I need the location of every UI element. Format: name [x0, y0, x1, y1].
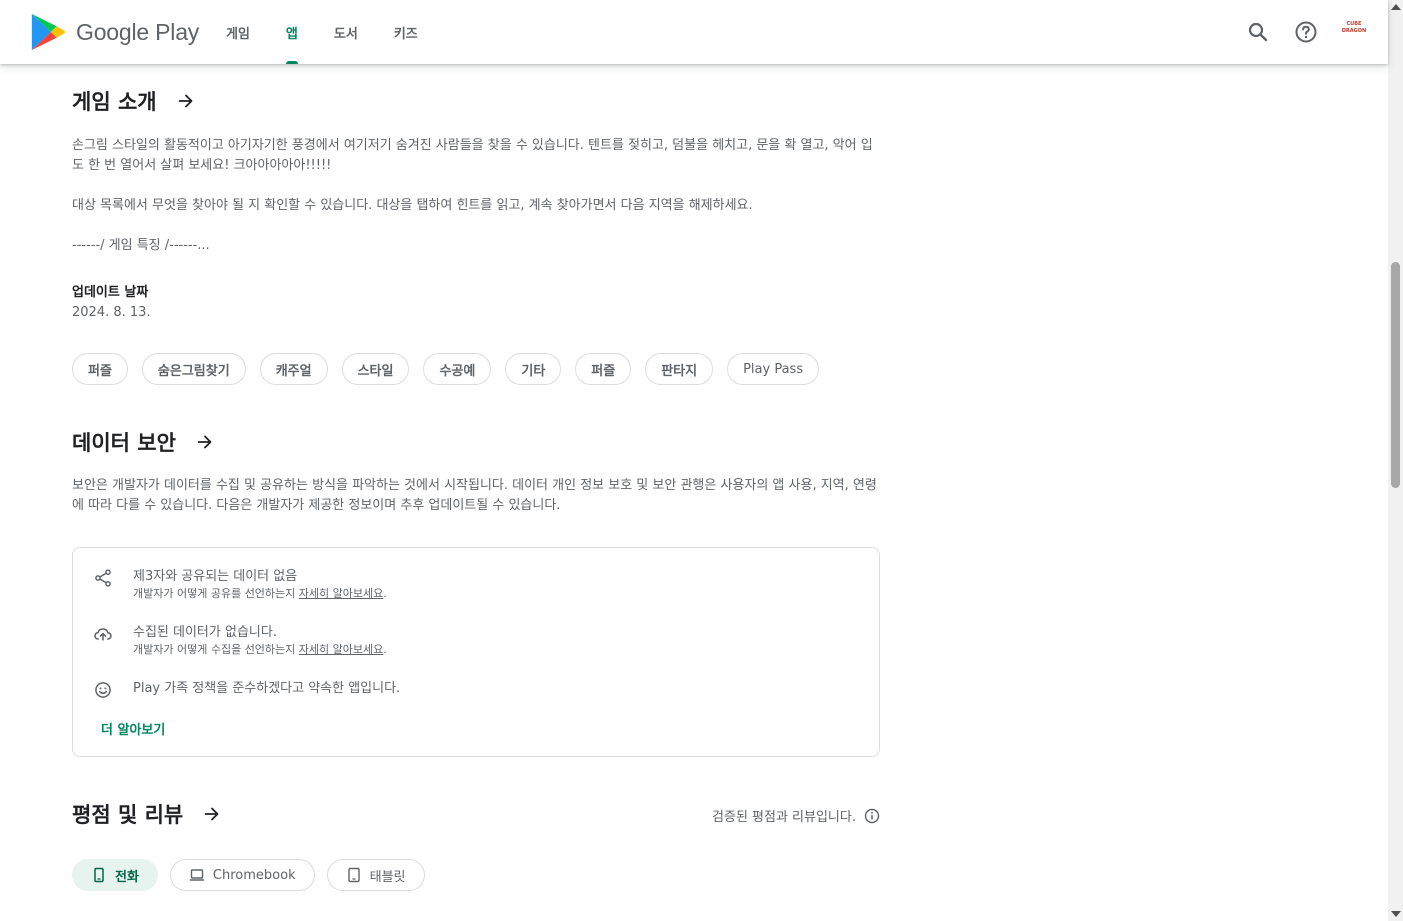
verified-reviews-text: 검증된 평점과 리뷰입니다. [712, 810, 856, 825]
search-icon[interactable] [1246, 20, 1270, 44]
data-safety-item: 제3자와 공유되는 데이터 없음 개발자가 어떻게 공유를 선언하는지 자세히 … [93, 568, 387, 601]
about-description: 손그림 스타일의 활동적이고 아기자기한 풍경에서 여기저기 숨겨진 사람들을 … [72, 136, 882, 276]
laptop-icon [189, 867, 205, 883]
data-safety-title: 데이터 보안 [72, 431, 176, 455]
learn-more-link[interactable]: 자세히 알아보세요 [299, 643, 383, 656]
verified-reviews-note: 검증된 평점과 리뷰입니다. [712, 806, 880, 825]
tag-chip[interactable]: 판타지 [645, 353, 714, 385]
data-safety-item-title: Play 가족 정책을 준수하겠다고 약속한 앱입니다. [133, 681, 401, 696]
avatar-text-line2: DRAGON [1341, 28, 1367, 34]
arrow-right-icon[interactable] [194, 431, 216, 453]
cloud-upload-icon [93, 624, 115, 646]
help-icon[interactable] [1294, 20, 1318, 44]
scroll-up-arrow-icon[interactable] [1391, 4, 1401, 10]
device-chip-tablet[interactable]: 태블릿 [326, 859, 425, 891]
updated-date: 2024. 8. 13. [72, 305, 151, 320]
about-paragraph: ------/ 게임 특징 /------... [72, 238, 210, 253]
nav-tab-apps[interactable]: 앱 [272, 0, 312, 64]
tag-chip[interactable]: 숨은그림찾기 [141, 353, 246, 385]
learn-more-link[interactable]: 자세히 알아보세요 [299, 587, 383, 600]
family-smile-icon [93, 680, 115, 702]
google-play-logo[interactable]: Google Play [30, 13, 199, 51]
device-chip-label: 전화 [115, 869, 139, 885]
tag-chip[interactable]: 기타 [505, 353, 562, 385]
ratings-title: 평점 및 리뷰 [72, 803, 184, 827]
nav-tab-kids[interactable]: 키즈 [380, 0, 432, 64]
tag-chip[interactable]: 퍼즐 [575, 353, 632, 385]
ratings-section-header[interactable]: 평점 및 리뷰 [72, 799, 223, 829]
category-tags: 퍼즐 숨은그림찾기 캐주얼 스타일 수공예 기타 퍼즐 판타지 Play Pas… [72, 353, 833, 385]
data-safety-item-sub: 개발자가 어떻게 공유를 선언하는지 자세히 알아보세요. [133, 587, 387, 600]
main-nav: 게임 앱 도서 키즈 [212, 0, 440, 64]
about-title: 게임 소개 [72, 90, 157, 114]
nav-tab-games[interactable]: 게임 [212, 0, 264, 64]
play-logo-icon [31, 13, 66, 51]
see-more-link[interactable]: 더 알아보기 [101, 719, 165, 738]
data-safety-description: 보안은 개발자가 데이터를 수집 및 공유하는 방식을 파악하는 것에서 시작됩… [72, 478, 877, 513]
about-section-header[interactable]: 게임 소개 [72, 86, 197, 116]
tag-chip[interactable]: 퍼즐 [72, 353, 128, 385]
data-safety-item: 수집된 데이터가 없습니다. 개발자가 어떻게 수집을 선언하는지 자세히 알아… [93, 624, 387, 657]
page-scrollbar[interactable] [1388, 0, 1403, 921]
arrow-right-icon[interactable] [175, 90, 197, 112]
device-chip-phone[interactable]: 전화 [72, 859, 158, 891]
avatar-text-line1: CUBE [1346, 21, 1362, 27]
scroll-down-arrow-icon[interactable] [1391, 911, 1401, 917]
updated-label: 업데이트 날짜 [72, 285, 149, 300]
phone-icon [91, 867, 107, 883]
data-safety-item: Play 가족 정책을 준수하겠다고 약속한 앱입니다. [93, 680, 400, 702]
device-chip-chromebook[interactable]: Chromebook [169, 859, 315, 891]
data-safety-item-title: 수집된 데이터가 없습니다. [133, 625, 277, 640]
share-icon [93, 568, 115, 590]
top-app-bar: Google Play 게임 앱 도서 키즈 CUBE DRAGON [0, 0, 1388, 64]
data-safety-section-header[interactable]: 데이터 보안 [72, 427, 216, 457]
data-safety-item-title: 제3자와 공유되는 데이터 없음 [133, 569, 298, 584]
about-paragraph: 손그림 스타일의 활동적이고 아기자기한 풍경에서 여기저기 숨겨진 사람들을 … [72, 138, 873, 173]
device-chip-label: 태블릿 [369, 869, 406, 885]
tag-chip[interactable]: Play Pass [727, 353, 820, 385]
tag-chip[interactable]: 캐주얼 [259, 353, 328, 385]
account-avatar[interactable]: CUBE DRAGON [1340, 19, 1368, 45]
device-filter-chips: 전화 Chromebook 태블릿 [72, 859, 437, 891]
about-paragraph: 대상 목록에서 무엇을 찾아야 될 지 확인할 수 있습니다. 대상을 탭하여 … [72, 198, 753, 213]
info-icon[interactable] [864, 808, 880, 824]
data-safety-item-sub: 개발자가 어떻게 수집을 선언하는지 자세히 알아보세요. [133, 643, 387, 656]
nav-tab-books[interactable]: 도서 [320, 0, 372, 64]
device-chip-label: Chromebook [212, 867, 296, 883]
data-safety-card: 제3자와 공유되는 데이터 없음 개발자가 어떻게 공유를 선언하는지 자세히 … [72, 547, 880, 757]
tablet-icon [346, 867, 362, 883]
tag-chip[interactable]: 수공예 [423, 353, 492, 385]
arrow-right-icon[interactable] [201, 803, 223, 825]
tag-chip[interactable]: 스타일 [341, 353, 410, 385]
scrollbar-thumb[interactable] [1391, 262, 1400, 488]
logo-text: Google Play [76, 18, 200, 45]
